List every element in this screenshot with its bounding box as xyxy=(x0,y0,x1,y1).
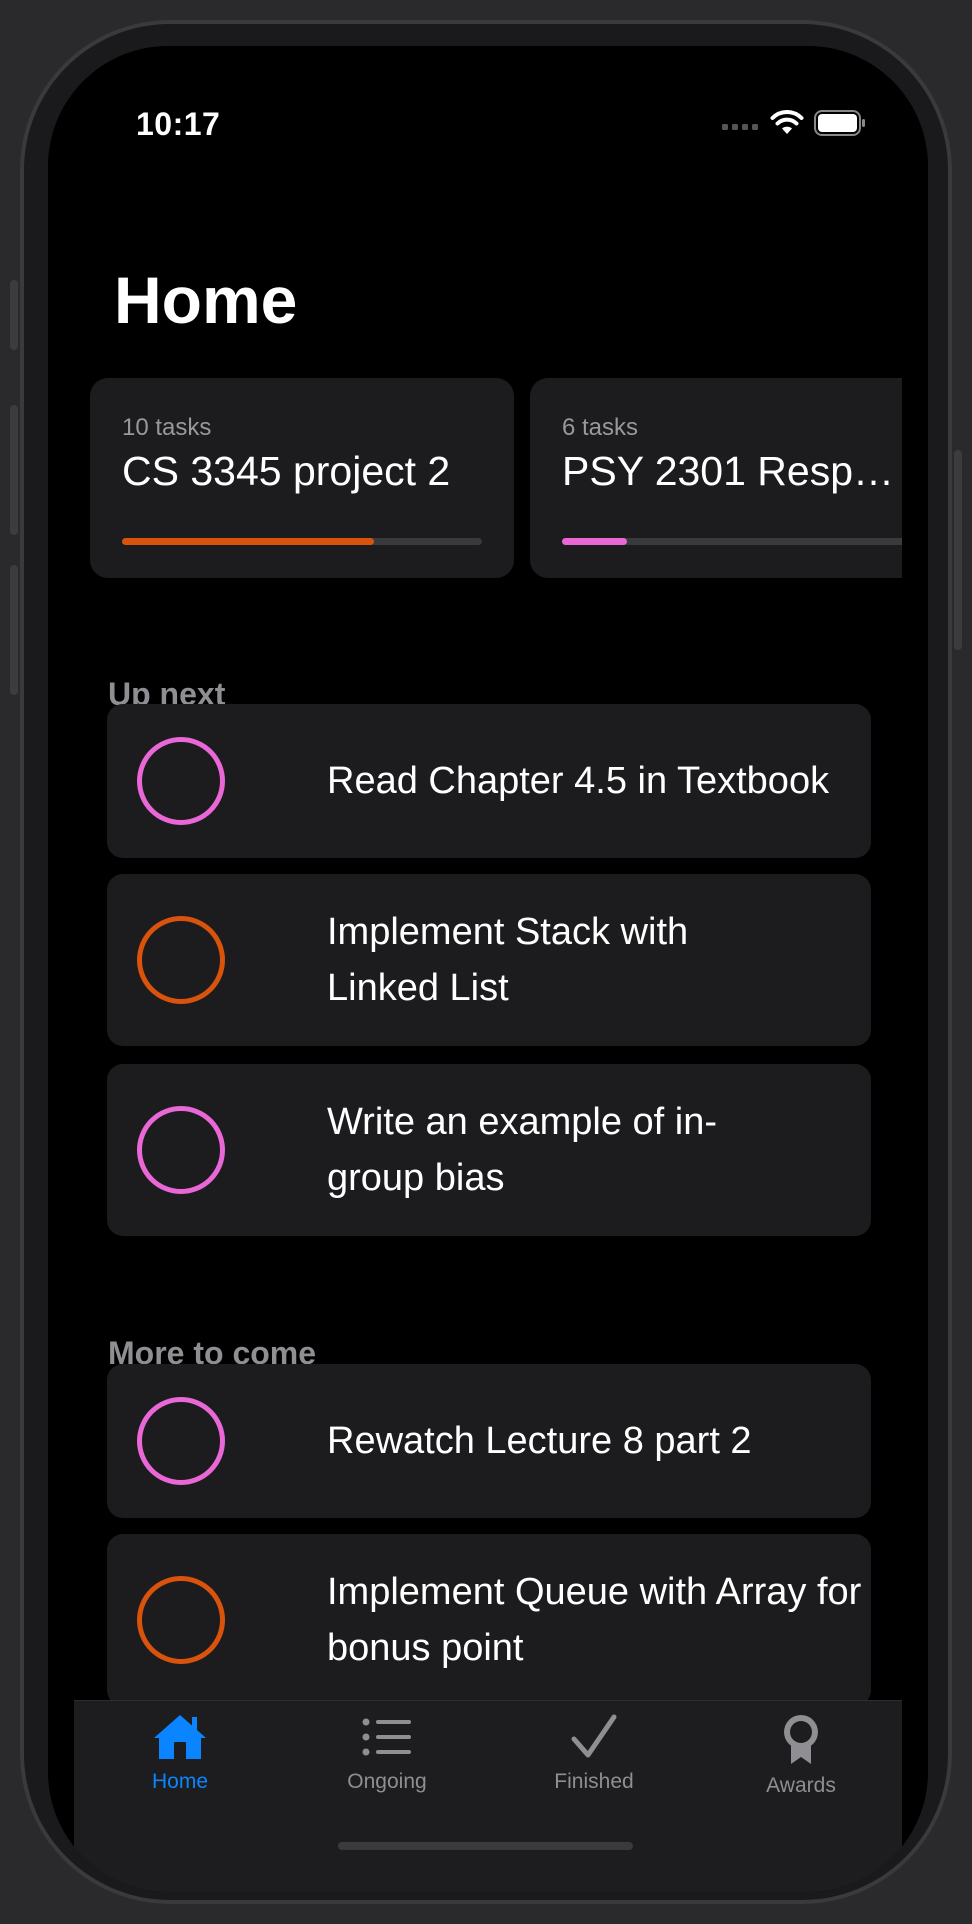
task-row[interactable]: Write an example of in-group bias xyxy=(107,1064,871,1236)
task-complete-toggle[interactable] xyxy=(137,737,225,825)
project-card[interactable]: 6 tasks PSY 2301 Response xyxy=(530,378,902,578)
project-task-count: 6 tasks xyxy=(562,414,639,441)
project-name: CS 3345 project 2 xyxy=(122,448,451,494)
project-name: PSY 2301 Response xyxy=(562,448,902,494)
task-complete-toggle[interactable] xyxy=(137,1397,225,1485)
project-progress-track xyxy=(562,538,902,545)
award-icon xyxy=(784,1715,818,1764)
side-button-power xyxy=(954,450,962,650)
tab-finished[interactable]: Finished xyxy=(524,1713,664,1794)
task-title: Implement Stack with Linked List xyxy=(327,911,689,1009)
project-progress-fill xyxy=(562,538,627,545)
task-row[interactable]: Implement Stack with Linked List xyxy=(107,874,871,1046)
status-icons xyxy=(722,110,866,136)
project-progress-fill xyxy=(122,538,374,545)
project-task-count: 10 tasks xyxy=(122,414,212,441)
side-button-mute xyxy=(10,280,18,350)
project-carousel[interactable]: 10 tasks CS 3345 project 2 6 tasks PSY 2… xyxy=(90,378,902,578)
task-row[interactable]: Rewatch Lecture 8 part 2 xyxy=(107,1364,871,1518)
wifi-icon xyxy=(770,110,804,134)
tab-label: Ongoing xyxy=(347,1770,427,1793)
list-icon xyxy=(362,1718,411,1756)
checkmark-icon xyxy=(571,1714,617,1758)
battery-icon xyxy=(814,110,865,136)
cellular-signal-icon xyxy=(722,124,758,130)
tab-home[interactable]: Home xyxy=(110,1713,250,1794)
task-title: Implement Queue with Array for bonus poi… xyxy=(327,1571,862,1669)
side-button-volume-down xyxy=(10,565,18,695)
tab-awards[interactable]: Awards xyxy=(731,1713,871,1798)
page-title: Home xyxy=(114,263,298,337)
project-progress-track xyxy=(122,538,482,545)
task-complete-toggle[interactable] xyxy=(137,1106,225,1194)
tab-label: Awards xyxy=(766,1774,836,1797)
home-indicator[interactable] xyxy=(338,1842,633,1850)
task-title: Write an example of in-group bias xyxy=(327,1101,718,1199)
tab-label: Finished xyxy=(554,1770,634,1793)
task-row[interactable]: Read Chapter 4.5 in Textbook xyxy=(107,704,871,858)
task-title: Read Chapter 4.5 in Textbook xyxy=(327,760,830,802)
task-complete-toggle[interactable] xyxy=(137,1576,225,1664)
house-icon xyxy=(154,1715,206,1759)
task-title: Rewatch Lecture 8 part 2 xyxy=(327,1420,752,1462)
project-card[interactable]: 10 tasks CS 3345 project 2 xyxy=(90,378,514,578)
side-button-volume-up xyxy=(10,405,18,535)
task-complete-toggle[interactable] xyxy=(137,916,225,1004)
tab-label: Home xyxy=(151,1770,209,1793)
task-row[interactable]: Implement Queue with Array for bonus poi… xyxy=(107,1534,871,1706)
tab-bar: Home Ongoing Finished Awards xyxy=(74,1700,902,1892)
status-time: 10:17 xyxy=(136,106,221,142)
screen: 10:17 Home 10 tasks CS 3345 project 2 6 … xyxy=(48,46,928,1892)
tab-ongoing[interactable]: Ongoing xyxy=(317,1713,457,1794)
